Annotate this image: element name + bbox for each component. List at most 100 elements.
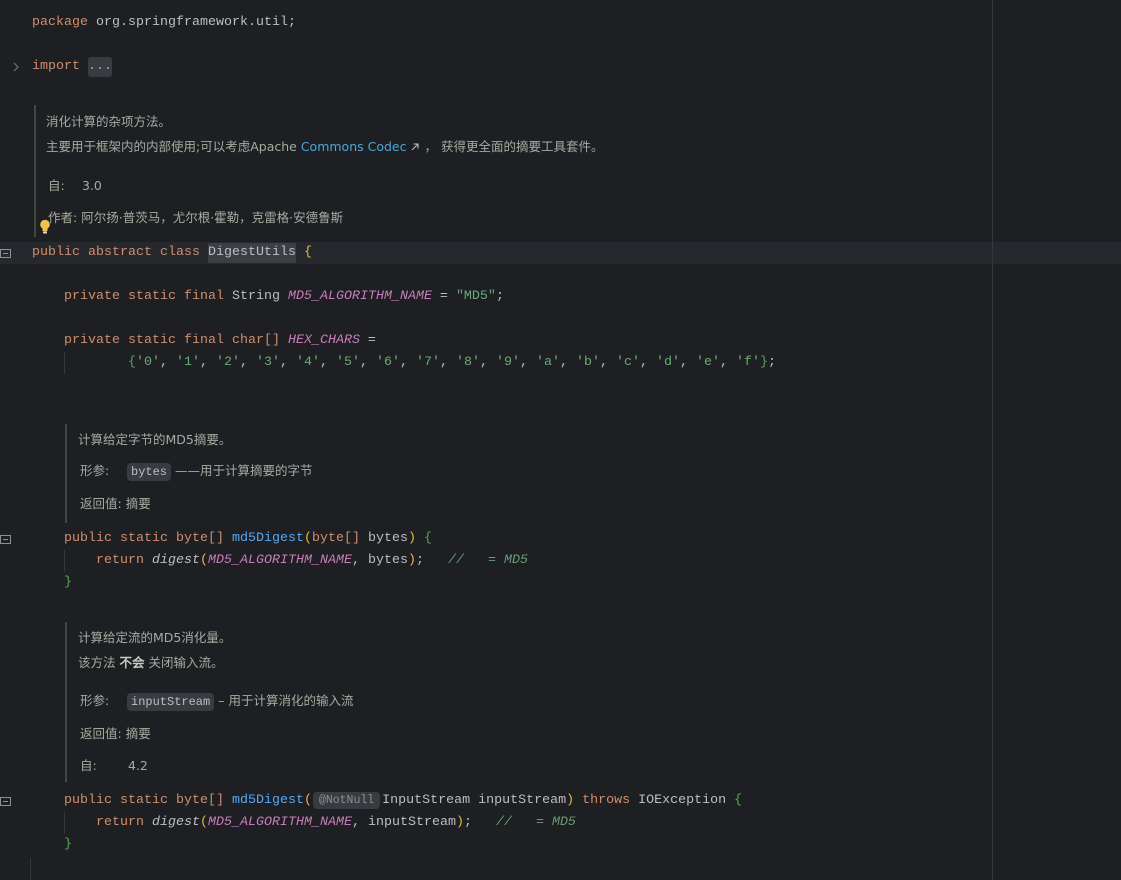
semicolon: ;	[463, 815, 496, 830]
md5-digest-bytes-signature[interactable]: public static byte[] md5Digest(byte[] by…	[64, 528, 432, 550]
md5-digest-stream-signature[interactable]: public static byte[] md5Digest(@NotNull I…	[64, 790, 742, 812]
note-emphasis: 不会	[119, 655, 145, 670]
class-doc-note: 主要用于框架内的内部使用;可以考虑Apache Commons Codec ， …	[46, 137, 603, 157]
char-literal: 'e'	[696, 355, 720, 370]
method-open-brace: {	[726, 793, 743, 808]
class-doc-author: 作者: 阿尔扬·普茨马，尤尔根·霍勒，克雷格·安德鲁斯	[48, 208, 343, 228]
md5-digest-stream-close[interactable]: }	[64, 834, 72, 856]
method-close-brace: }	[64, 837, 72, 852]
separator: ,	[600, 355, 616, 370]
char-literal: '7'	[416, 355, 440, 370]
external-link-icon[interactable]	[411, 137, 419, 157]
type-name: String	[223, 289, 288, 304]
keyword: private static final char[]	[64, 333, 288, 348]
argument: , inputStream	[351, 815, 456, 830]
commons-codec-link[interactable]: Commons Codec	[301, 139, 407, 154]
class-open-brace: {	[295, 245, 312, 260]
lightbulb-icon[interactable]	[39, 219, 51, 234]
indent-guide	[64, 352, 65, 374]
method-open-brace: {	[415, 531, 432, 546]
semicolon: ;	[495, 289, 504, 304]
char-literal: 'f'	[736, 355, 760, 370]
md5-stream-doc-since: 自: 4.2	[80, 756, 148, 776]
open-paren: (	[200, 553, 208, 568]
keyword: return	[96, 815, 152, 830]
indent-guide	[30, 858, 31, 880]
return-value: 摘要	[125, 496, 151, 511]
parameter: InputStream inputStream	[382, 793, 567, 808]
md5-digest-bytes-return[interactable]: return digest(MD5_ALGORITHM_NAME, bytes)…	[96, 550, 528, 572]
separator: ,	[360, 355, 376, 370]
hex-chars-field-line[interactable]: private static final char[] HEX_CHARS =	[64, 330, 376, 352]
code-editor[interactable]: package org.springframework.util; import…	[0, 0, 1121, 880]
keyword: import	[32, 59, 88, 74]
line-comment: // = MD5	[447, 553, 528, 568]
constant-name: MD5_ALGORITHM_NAME	[208, 553, 352, 568]
open-paren: (	[303, 793, 312, 808]
keyword-throws: throws	[574, 793, 631, 808]
author-label: 作者:	[48, 210, 78, 225]
hex-chars-values-line[interactable]: {'0', '1', '2', '3', '4', '5', '6', '7',…	[128, 352, 776, 374]
keyword: return	[96, 553, 152, 568]
note-text-end: 关闭输入流。	[144, 655, 224, 670]
chevron-right-icon[interactable]	[13, 62, 19, 72]
char-literal: 'd'	[656, 355, 680, 370]
static-method-call[interactable]: digest	[152, 553, 200, 568]
constant-name: HEX_CHARS	[287, 333, 360, 348]
return-label: 返回值:	[80, 726, 122, 741]
folded-imports[interactable]: ...	[88, 57, 112, 77]
rendered-doc-toggle-icon[interactable]	[0, 797, 11, 806]
semicolon: ;	[415, 553, 448, 568]
open-paren: (	[303, 531, 312, 546]
note-text: 该方法	[78, 655, 120, 670]
semicolon: ;	[768, 355, 776, 370]
char-literal: 'b'	[576, 355, 600, 370]
md5-stream-doc-return: 返回值: 摘要	[80, 724, 151, 744]
keyword: public abstract class	[32, 245, 208, 260]
close-paren: )	[407, 531, 416, 546]
char-literal: 'a'	[536, 355, 560, 370]
right-margin-guide	[992, 0, 993, 880]
class-doc-border	[34, 105, 36, 237]
separator: ,	[280, 355, 296, 370]
md5-digest-stream-return[interactable]: return digest(MD5_ALGORITHM_NAME, inputS…	[96, 812, 576, 834]
notnull-inlay-hint[interactable]: @NotNull	[312, 792, 381, 809]
md5-algorithm-field-line[interactable]: private static final String MD5_ALGORITH…	[64, 286, 504, 308]
param-name-chip: bytes	[127, 463, 172, 481]
since-label: 自:	[48, 178, 65, 193]
return-label: 返回值:	[80, 496, 122, 511]
author-value: 阿尔扬·普茨马，尤尔根·霍勒，克雷格·安德鲁斯	[81, 210, 344, 225]
argument: , bytes	[351, 553, 408, 568]
class-declaration-line[interactable]: public abstract class DigestUtils {	[32, 242, 312, 264]
method-name[interactable]: md5Digest	[232, 531, 304, 546]
line-comment: // = MD5	[495, 815, 576, 830]
static-method-call[interactable]: digest	[152, 815, 200, 830]
md5-stream-doc-border	[65, 622, 67, 782]
import-line[interactable]: import ...	[32, 56, 112, 78]
string-literal: "MD5"	[455, 289, 496, 304]
param-type: byte[]	[311, 531, 360, 546]
method-name[interactable]: md5Digest	[232, 793, 304, 808]
method-close-brace: }	[64, 575, 72, 590]
close-paren: )	[566, 793, 575, 808]
package-line[interactable]: package org.springframework.util;	[32, 12, 296, 34]
param-description: ——用于计算摘要的字节	[175, 463, 313, 478]
md5-digest-bytes-close[interactable]: }	[64, 572, 72, 594]
keyword: private static final	[64, 289, 224, 304]
char-literal: '2'	[216, 355, 240, 370]
open-paren: (	[200, 815, 208, 830]
indent-guide	[64, 812, 65, 834]
param-label: 形参:	[80, 463, 110, 478]
note-text-end: ， 获得更全面的摘要工具套件。	[420, 139, 604, 154]
param-name: bytes	[359, 531, 408, 546]
rendered-doc-toggle-icon[interactable]	[0, 249, 11, 258]
char-literal: '6'	[376, 355, 400, 370]
operator: =	[431, 289, 456, 304]
param-name-chip: inputStream	[127, 693, 215, 711]
class-doc-summary: 消化计算的杂项方法。	[46, 114, 172, 129]
class-doc-since: 自: 3.0	[48, 176, 102, 196]
rendered-doc-toggle-icon[interactable]	[0, 535, 11, 544]
class-name[interactable]: DigestUtils	[207, 243, 296, 263]
md5-bytes-doc-border	[65, 424, 67, 523]
hex-char-list: '0', '1', '2', '3', '4', '5', '6', '7', …	[136, 355, 760, 370]
